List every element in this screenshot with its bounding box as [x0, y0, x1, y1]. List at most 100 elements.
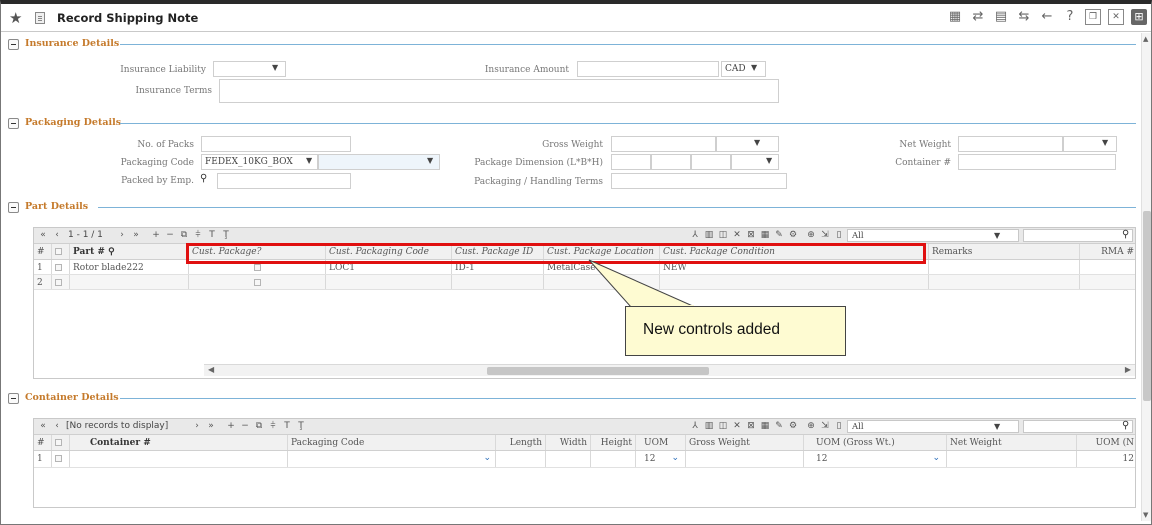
help-icon[interactable]: ? — [1062, 9, 1078, 25]
rma-cell[interactable] — [1080, 260, 1137, 274]
chevron-down-icon[interactable]: ▼ — [306, 156, 312, 165]
table-row[interactable]: 1 ⌄ 12 ⌄ 12 ⌄ 12 — [34, 451, 1135, 468]
shuffle-icon[interactable]: ⇄ — [970, 9, 986, 25]
scroll-up-icon[interactable]: ▲ — [1143, 35, 1148, 43]
layout-icon[interactable]: ⊞ — [1131, 9, 1147, 25]
calendar-icon[interactable]: ▦ — [760, 230, 770, 240]
clear-filter-icon[interactable]: Ţ — [296, 421, 306, 431]
window-restore-icon[interactable]: ❐ — [1085, 9, 1101, 25]
length-cell[interactable] — [496, 451, 546, 467]
chart-icon[interactable]: ⅄ — [690, 421, 700, 431]
remarks-cell[interactable] — [929, 260, 1080, 274]
prev-page-icon[interactable]: ‹ — [52, 421, 62, 431]
packed-by-emp-field[interactable] — [217, 173, 351, 189]
copy-row-icon[interactable]: ⧉ — [179, 230, 189, 240]
col-header-select[interactable] — [52, 435, 70, 450]
search-icon[interactable]: ⚲ — [200, 173, 207, 184]
row-checkbox[interactable] — [55, 279, 62, 286]
cust-package-id-cell[interactable] — [452, 275, 544, 289]
collapse-icon[interactable] — [8, 202, 19, 213]
first-page-icon[interactable]: « — [38, 421, 48, 431]
add-row-icon[interactable]: + — [151, 230, 161, 240]
print-icon[interactable]: ▤ — [993, 9, 1009, 25]
col-header-width[interactable]: Width — [546, 435, 591, 450]
last-page-icon[interactable]: » — [131, 230, 141, 240]
add-row-icon[interactable]: + — [226, 421, 236, 431]
format-icon[interactable]: ✎ — [774, 230, 784, 240]
settings-icon[interactable]: ⚙ — [788, 421, 798, 431]
dimension-length-field[interactable] — [611, 154, 651, 170]
split-icon[interactable]: ⫩ — [268, 421, 278, 431]
insert-icon[interactable]: ⊕ — [806, 421, 816, 431]
pin-icon[interactable]: ⇲ — [820, 230, 830, 240]
row-checkbox[interactable] — [55, 264, 62, 271]
bar-chart-icon[interactable]: ▥ — [704, 421, 714, 431]
uom-cell[interactable]: 12 ⌄ — [636, 451, 686, 467]
height-cell[interactable] — [591, 451, 636, 467]
chevron-down-icon[interactable]: ▼ — [766, 156, 772, 165]
excel-icon[interactable]: ✕ — [732, 421, 742, 431]
dimension-breadth-field[interactable] — [651, 154, 691, 170]
col-header-height[interactable]: Height — [591, 435, 636, 450]
col-header-select[interactable] — [52, 244, 70, 259]
filter-icon[interactable]: T — [207, 230, 217, 240]
net-weight-cell[interactable] — [947, 451, 1077, 467]
chevron-down-icon[interactable]: ▼ — [272, 63, 278, 72]
excel-icon[interactable]: ✕ — [732, 230, 742, 240]
uom-gross-cell[interactable]: 12 ⌄ — [804, 451, 947, 467]
collapse-icon[interactable] — [8, 393, 19, 404]
insurance-terms-field[interactable] — [219, 79, 779, 103]
remarks-cell[interactable] — [929, 275, 1080, 289]
columns-icon[interactable]: ▯ — [834, 230, 844, 240]
scroll-down-icon[interactable]: ▼ — [1143, 511, 1148, 519]
col-header-packaging-code[interactable]: Packaging Code — [288, 435, 496, 450]
insert-icon[interactable]: ⊕ — [806, 230, 816, 240]
cust-packaging-code-cell[interactable] — [326, 275, 452, 289]
chart-icon[interactable]: ⅄ — [690, 230, 700, 240]
split-icon[interactable]: ⫩ — [193, 230, 203, 240]
packaging-description-select[interactable] — [318, 154, 440, 170]
grid-search-input[interactable] — [1023, 420, 1133, 433]
select-all-checkbox[interactable] — [55, 439, 62, 446]
row-select[interactable] — [52, 275, 70, 289]
delete-icon[interactable]: ◫ — [718, 230, 728, 240]
chevron-down-icon[interactable]: ▼ — [751, 63, 757, 72]
remove-row-icon[interactable]: − — [165, 230, 175, 240]
gross-weight-cell[interactable] — [686, 451, 804, 467]
columns-icon[interactable]: ▯ — [834, 421, 844, 431]
col-header-uom-net[interactable]: UOM (N — [1077, 435, 1137, 450]
search-icon[interactable]: ⚲ — [1122, 229, 1129, 240]
select-all-checkbox[interactable] — [55, 248, 62, 255]
chevron-down-icon[interactable]: ⌄ — [671, 453, 679, 463]
col-header-remarks[interactable]: Remarks — [929, 244, 1080, 259]
col-header-net-weight[interactable]: Net Weight — [947, 435, 1077, 450]
chevron-down-icon[interactable]: ⌄ — [483, 453, 491, 463]
next-page-icon[interactable]: › — [117, 230, 127, 240]
part-cell[interactable]: Rotor blade222 — [70, 260, 189, 274]
width-cell[interactable] — [546, 451, 591, 467]
chevron-down-icon[interactable]: ▼ — [994, 231, 1000, 240]
search-icon[interactable]: ⚲ — [108, 247, 115, 257]
col-header-part[interactable]: Part # ⚲ — [70, 244, 189, 259]
settings-icon[interactable]: ⚙ — [788, 230, 798, 240]
col-header-uom-gross[interactable]: UOM (Gross Wt.) — [804, 435, 947, 450]
copy-row-icon[interactable]: ⧉ — [254, 421, 264, 431]
pin-icon[interactable]: ⇲ — [820, 421, 830, 431]
scroll-right-icon[interactable]: ▶ — [1125, 365, 1131, 374]
container-number-field[interactable] — [958, 154, 1116, 170]
gross-weight-field[interactable] — [611, 136, 716, 152]
swap-icon[interactable]: ⇆ — [1016, 9, 1032, 25]
favorite-star-icon[interactable]: ★ — [9, 9, 22, 27]
cust-package-cell[interactable] — [189, 275, 326, 289]
gross-weight-uom-select[interactable] — [716, 136, 779, 152]
row-checkbox[interactable] — [55, 455, 62, 462]
part-cell[interactable] — [70, 275, 189, 289]
packaging-code-cell[interactable]: ⌄ — [288, 451, 496, 467]
col-header-rma[interactable]: RMA # — [1080, 244, 1137, 259]
back-arrow-icon[interactable]: ← — [1039, 9, 1055, 25]
chevron-down-icon[interactable]: ⌄ — [932, 453, 940, 463]
no-of-packs-field[interactable] — [201, 136, 351, 152]
cust-package-checkbox[interactable] — [253, 264, 261, 271]
delete-icon[interactable]: ◫ — [718, 421, 728, 431]
close-window-icon[interactable]: ✕ — [1108, 9, 1124, 25]
